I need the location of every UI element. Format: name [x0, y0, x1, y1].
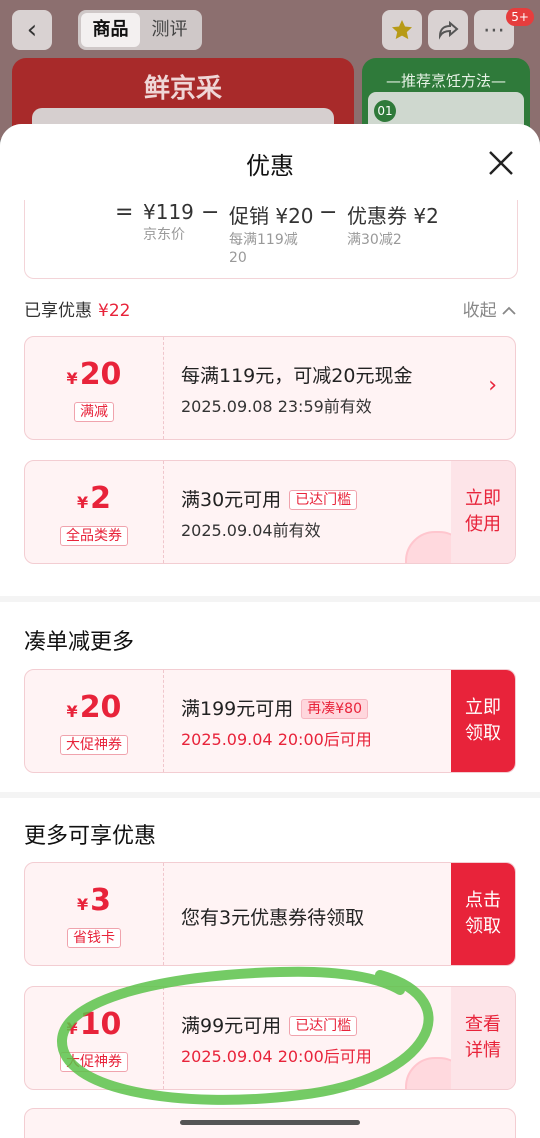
- coupon-validity: 2025.09.08 23:59前有效: [181, 397, 372, 416]
- coupon-rule: 满99元可用 已达门槛: [181, 1011, 358, 1038]
- cart-badge: 5+: [506, 8, 534, 26]
- enjoyed-label: 已享优惠: [24, 301, 92, 321]
- top-tabs: 商品 测评: [78, 10, 202, 50]
- threshold-reached-chip: 已达门槛: [289, 490, 358, 510]
- star-icon: [392, 20, 412, 40]
- original-price: ¥119: [143, 200, 194, 224]
- section-title-more: 更多可享优惠: [24, 824, 157, 849]
- coupon-type-tag: 全品类券: [60, 526, 128, 546]
- collapse-button[interactable]: 收起: [463, 296, 516, 321]
- cooking-title: —推荐烹饪方法—: [385, 72, 506, 90]
- coupon-validity: 2025.09.04 20:00后可用: [181, 730, 372, 749]
- threshold-reached-chip: 已达门槛: [289, 1016, 358, 1036]
- more-needed-chip: 再凑¥80: [301, 699, 368, 719]
- claim-now-button[interactable]: 立即领取: [451, 670, 515, 772]
- chevron-right-icon: ›: [488, 373, 497, 398]
- equals-sign: =: [115, 200, 134, 225]
- coupon-value: ¥3: [76, 883, 111, 918]
- step-number: 01: [374, 100, 396, 122]
- coupon-card: ¥2 全品类券 满30元可用 已达门槛 2025.09.04前有效 立即使用: [24, 460, 516, 564]
- promo-rule: 每满119减20: [229, 232, 298, 266]
- more-dots-icon: ⋯: [483, 17, 505, 43]
- enjoyed-amount: ¥22: [98, 301, 131, 321]
- back-button[interactable]: ‹: [12, 10, 52, 50]
- enjoyed-summary: 已享优惠 ¥22: [24, 296, 130, 321]
- minus-sign: −: [201, 200, 220, 225]
- coupon-validity: 2025.09.04 20:00后可用: [181, 1047, 372, 1066]
- coupon-card[interactable]: ¥20 满减 每满119元，可减20元现金 2025.09.08 23:59前有…: [24, 336, 516, 440]
- favorite-button[interactable]: [382, 10, 422, 50]
- coupon-rule: 您有3元优惠券待领取: [181, 907, 365, 929]
- coupon-type-tag: 大促神券: [60, 1052, 128, 1072]
- coupon-value: ¥10: [66, 1007, 122, 1042]
- coupon-value: ¥20: [66, 357, 122, 392]
- original-price-label: 京东价: [143, 227, 185, 243]
- coupon-card: ¥10 大促神券 满99元可用 已达门槛 2025.09.04 20:00后可用 …: [24, 986, 516, 1090]
- discount-sheet: 优惠 = ¥119 京东价 − 促销 ¥20 每满119减20 − 优惠券 ¥2…: [0, 124, 540, 1138]
- coupon-rule: 每满119元，可减20元现金: [181, 365, 413, 387]
- tap-to-claim-button[interactable]: 点击领取: [451, 863, 515, 965]
- sheet-title: 优惠: [246, 152, 294, 180]
- section-title-more-order: 凑单减更多: [24, 630, 135, 655]
- coupon-value: ¥2: [76, 481, 111, 516]
- tab-product[interactable]: 商品: [81, 13, 140, 47]
- tab-review[interactable]: 测评: [140, 13, 199, 47]
- coupon-card: ¥3 省钱卡 您有3元优惠券待领取 点击领取: [24, 862, 516, 966]
- sheet-header: 优惠: [0, 124, 540, 200]
- close-icon[interactable]: [488, 150, 514, 176]
- coupon-type-tag: 省钱卡: [67, 928, 121, 948]
- chevron-left-icon: ‹: [26, 15, 38, 45]
- coupon-rule: 满30元可用 已达门槛: [181, 485, 358, 512]
- collapse-label: 收起: [462, 301, 497, 321]
- coupon-value: ¥20: [66, 690, 122, 725]
- coupon-validity: 2025.09.04前有效: [181, 521, 321, 540]
- share-button[interactable]: [428, 10, 468, 50]
- coupon-rule: 满30减2: [347, 232, 402, 248]
- coupon-type-tag: 大促神券: [60, 735, 128, 755]
- coupon-card: ¥20 大促神券 满199元可用 再凑¥80 2025.09.04 20:00后可…: [24, 669, 516, 773]
- price-breakdown: = ¥119 京东价 − 促销 ¥20 每满119减20 − 优惠券 ¥2 满3…: [24, 200, 518, 279]
- view-details-button[interactable]: 查看详情: [451, 987, 515, 1089]
- minus-sign: −: [319, 200, 338, 225]
- chevron-up-icon: [502, 306, 516, 315]
- coupon-amount: 优惠券 ¥2: [347, 204, 439, 228]
- coupon-rule: 满199元可用 再凑¥80: [181, 694, 368, 721]
- use-now-button[interactable]: 立即使用: [451, 461, 515, 563]
- share-icon: [438, 20, 459, 40]
- promo-amount: 促销 ¥20: [229, 204, 314, 228]
- coupon-type-tag: 满减: [74, 402, 114, 422]
- brand-title: 鲜京采: [143, 74, 222, 104]
- home-indicator: [180, 1120, 360, 1125]
